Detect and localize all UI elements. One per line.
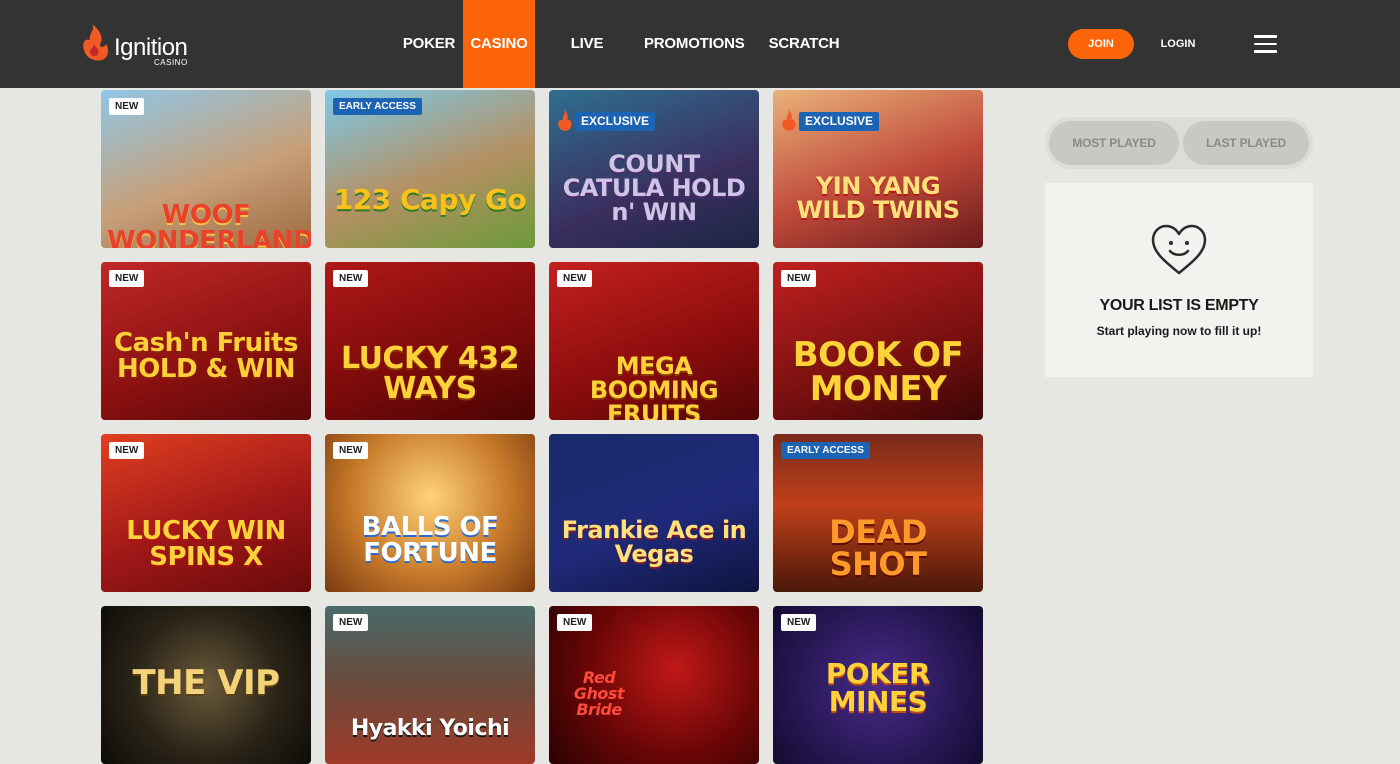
nav-poker[interactable]: POKER [398,0,460,88]
game-art [549,434,759,592]
game-badge: NEW [781,614,817,631]
game-tile-balls-of-fortune[interactable]: BALLS OF FORTUNE NEW [325,434,535,592]
site-header: Ignition CASINO POKER CASINO LIVE DEALER… [0,0,1400,140]
logo-subtitle: CASINO [154,58,188,67]
game-badge: NEW [557,270,593,287]
join-button[interactable]: JOIN [1068,29,1134,59]
game-title: BALLS OF FORTUNE [361,512,499,568]
game-title: 123 Capy Go [333,183,527,216]
empty-list-panel: YOUR LIST IS EMPTY Start playing now to … [1045,183,1313,377]
game-tile-mega-booming-fruits[interactable]: MEGA BOOMING FRUITS NEW [549,262,759,420]
heart-smile-icon [1151,224,1207,275]
nav-live-dealer[interactable]: LIVE DEALER [541,0,633,140]
game-title: BOOK OF MONEY [792,335,964,409]
game-title: LUCKY WIN SPINS X [126,516,286,572]
game-tile-the-vip[interactable]: THE VIP [101,606,311,764]
game-badge: NEW [333,614,369,631]
nav-promotions[interactable]: PROMOTIONS [644,0,745,88]
game-title: POKER MINES [825,657,931,718]
game-badge: EXCLUSIVE [575,112,656,131]
game-badge: NEW [333,442,369,459]
played-tabs: MOST PLAYED LAST PLAYED [1045,117,1313,169]
game-tile-hyakki-yoichi[interactable]: Hyakki Yoichi NEW [325,606,535,764]
login-button[interactable]: LOGIN [1158,29,1198,59]
tab-most-played[interactable]: MOST PLAYED [1049,121,1179,165]
game-title: WOOF WONDERLAND [107,200,311,248]
game-badge: NEW [781,270,817,287]
game-tile-red-ghost-bride[interactable]: Red Ghost Bride NEW [549,606,759,764]
game-title: Cash'n Fruits HOLD & WIN [114,328,298,384]
game-title: COUNT CATULA HOLD n' WIN [562,150,746,226]
tab-last-played[interactable]: LAST PLAYED [1183,121,1309,165]
game-tile-dead-shot[interactable]: DEAD SHOT EARLY ACCESS [773,434,983,592]
game-tile-book-of-money[interactable]: BOOK OF MONEY NEW [773,262,983,420]
game-title: Red Ghost Bride [573,668,625,719]
exclusive-flame-icon [782,109,796,131]
game-title: Frankie Ace in Vegas [561,516,747,568]
game-tile-poker-mines[interactable]: POKER MINES NEW [773,606,983,764]
game-badge: NEW [557,614,593,631]
game-tile-woof-wonderland[interactable]: WOOF WONDERLAND NEW [101,90,311,248]
game-title: DEAD SHOT [829,513,927,583]
game-title: LUCKY 432 WAYS [341,341,519,406]
game-title: MEGA BOOMING FRUITS [589,352,719,420]
game-tile-123-capy-go[interactable]: 123 Capy Go EARLY ACCESS [325,90,535,248]
game-title: Hyakki Yoichi [350,716,510,741]
game-tile-lucky-win-spins-x[interactable]: LUCKY WIN SPINS X NEW [101,434,311,592]
nav-scratch-card[interactable]: SCRATCH CARD [752,0,856,140]
game-badge: NEW [333,270,369,287]
empty-list-title: YOUR LIST IS EMPTY [1099,297,1259,314]
game-tile-yin-yang-wild-twins[interactable]: YIN YANG WILD TWINS EXCLUSIVE [773,90,983,248]
game-badge: NEW [109,270,145,287]
game-badge: EARLY ACCESS [781,442,870,459]
game-tile-frankie-ace-in-vegas[interactable]: Frankie Ace in Vegas [549,434,759,592]
ignition-logo[interactable]: Ignition CASINO [78,22,198,68]
flame-logo-icon [83,24,109,61]
game-badge: EARLY ACCESS [333,98,422,115]
game-tile-count-catula[interactable]: COUNT CATULA HOLD n' WIN EXCLUSIVE [549,90,759,248]
game-tile-cashn-fruits[interactable]: Cash'n Fruits HOLD & WIN NEW [101,262,311,420]
game-title: THE VIP [132,663,280,703]
empty-list-subtitle: Start playing now to fill it up! [1096,324,1262,338]
game-badge: NEW [109,98,145,115]
exclusive-flame-icon [558,109,572,131]
game-badge: EXCLUSIVE [799,112,880,131]
nav-casino[interactable]: CASINO [463,0,535,88]
game-badge: NEW [109,442,145,459]
hamburger-menu-icon[interactable] [1254,35,1277,53]
game-title: YIN YANG WILD TWINS [796,172,960,224]
game-tile-lucky-432-ways[interactable]: LUCKY 432 WAYS NEW [325,262,535,420]
